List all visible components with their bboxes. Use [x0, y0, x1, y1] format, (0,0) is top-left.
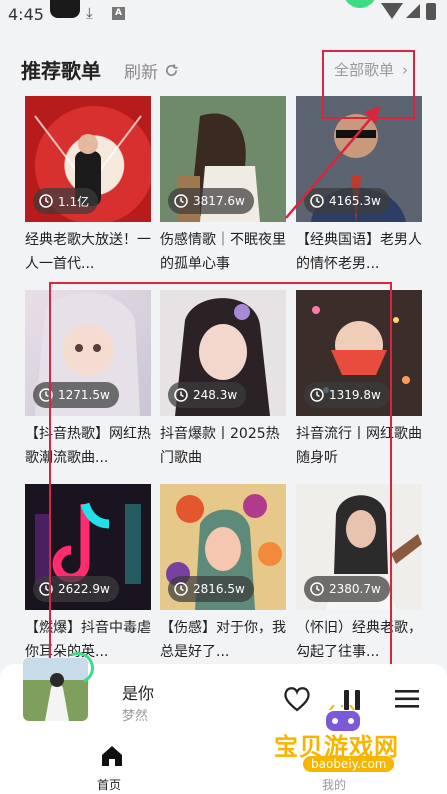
play-count: 1271.5w — [58, 388, 110, 402]
play-count: 248.3w — [193, 388, 238, 402]
playlist-card[interactable]: 2380.7w （怀旧）经典老歌，勾起了往事... — [296, 484, 422, 664]
play-count-badge: 2816.5w — [168, 576, 254, 602]
all-playlists-link[interactable]: 全部歌单 › — [334, 59, 408, 80]
play-count: 1.1亿 — [58, 194, 90, 209]
home-icon[interactable] — [100, 744, 124, 768]
refresh-button[interactable]: 刷新 — [124, 58, 179, 83]
play-count-badge: 248.3w — [168, 382, 247, 408]
camera-indicator-icon — [343, 0, 377, 8]
play-count-badge: 2622.9w — [33, 576, 119, 602]
play-count: 2816.5w — [193, 582, 245, 596]
play-count: 3817.6w — [193, 194, 245, 208]
clock-icon — [174, 582, 188, 596]
now-playing-title: 是你 — [122, 684, 155, 703]
clock-icon — [310, 388, 324, 402]
playlist-title: 伤感情歌｜不眠夜里的孤单心事 — [160, 232, 286, 272]
play-count-badge: 1271.5w — [33, 382, 119, 408]
playlist-card[interactable]: 2816.5w 【伤感】对于你，我总是好了... — [160, 484, 286, 664]
play-count: 2380.7w — [329, 582, 381, 596]
app-notification-icon: A — [112, 7, 125, 20]
playlist-card[interactable]: 1.1亿 经典老歌大放送！一人一首代... — [25, 96, 151, 276]
playlist-cover: 2816.5w — [160, 484, 286, 610]
clock-icon — [174, 194, 188, 208]
playlist-card[interactable]: 2622.9w 【燃爆】抖音中毒虐你耳朵的英... — [25, 484, 151, 664]
section-title: 推荐歌单 — [21, 59, 101, 83]
playlist-title: 抖音爆款丨2025热门歌曲 — [160, 426, 280, 466]
playlist-title: 【抖音热歌】网红热歌潮流歌曲... — [25, 426, 151, 466]
playlist-card[interactable]: 3817.6w 伤感情歌｜不眠夜里的孤单心事 — [160, 96, 286, 276]
playlist-title: 经典老歌大放送！一人一首代... — [25, 232, 151, 272]
nav-home-label[interactable]: 首页 — [97, 776, 121, 793]
clock-icon — [39, 194, 53, 208]
playlist-card[interactable]: 1271.5w 【抖音热歌】网红热歌潮流歌曲... — [25, 290, 151, 470]
playlist-title: 【伤感】对于你，我总是好了... — [160, 620, 286, 660]
play-count-badge: 1319.8w — [304, 382, 390, 408]
clock-icon — [310, 582, 324, 596]
play-count: 1319.8w — [329, 388, 381, 402]
cell-signal-icon — [406, 4, 420, 18]
playlist-cover: 1.1亿 — [25, 96, 151, 222]
battery-icon — [426, 3, 436, 20]
chevron-right-icon: › — [402, 60, 409, 79]
playlist-cover: 3817.6w — [160, 96, 286, 222]
playlist-title: （怀旧）经典老歌，勾起了往事... — [296, 620, 422, 660]
playlist-cover: 1271.5w — [25, 290, 151, 416]
annotation-arrow — [285, 106, 380, 219]
download-icon: ⤓ — [86, 4, 93, 22]
play-count: 2622.9w — [58, 582, 110, 596]
play-count-badge: 1.1亿 — [33, 188, 99, 214]
all-playlists-label: 全部歌单 — [334, 61, 395, 79]
clock-icon — [39, 388, 53, 402]
clock-icon — [39, 582, 53, 596]
now-playing-artist: 梦然 — [122, 709, 149, 724]
play-count-badge: 2380.7w — [304, 576, 390, 602]
clock-icon — [174, 388, 188, 402]
playlist-cover: 2380.7w — [296, 484, 422, 610]
refresh-label: 刷新 — [124, 63, 158, 83]
refresh-icon — [166, 64, 178, 76]
notification-thumbnail-icon — [50, 0, 80, 18]
playlist-title: 抖音流行丨网红歌曲随身听 — [296, 426, 422, 466]
playlist-card[interactable]: 248.3w 抖音爆款丨2025热门歌曲 — [160, 290, 286, 470]
playlist-cover: 2622.9w — [25, 484, 151, 610]
playlist-title: 【经典国语】老男人的情怀老男... — [296, 232, 422, 272]
playlist-card[interactable]: 1319.8w 抖音流行丨网红歌曲随身听 — [296, 290, 422, 470]
playlist-cover: 1319.8w — [296, 290, 422, 416]
play-count-badge: 3817.6w — [168, 188, 254, 214]
playlist-cover: 248.3w — [160, 290, 286, 416]
status-bar: 4:45 ⤓ A — [0, 0, 447, 30]
wifi-icon — [381, 3, 403, 19]
status-time: 4:45 — [8, 5, 44, 24]
watermark-url: baobeiy.com — [303, 756, 395, 772]
